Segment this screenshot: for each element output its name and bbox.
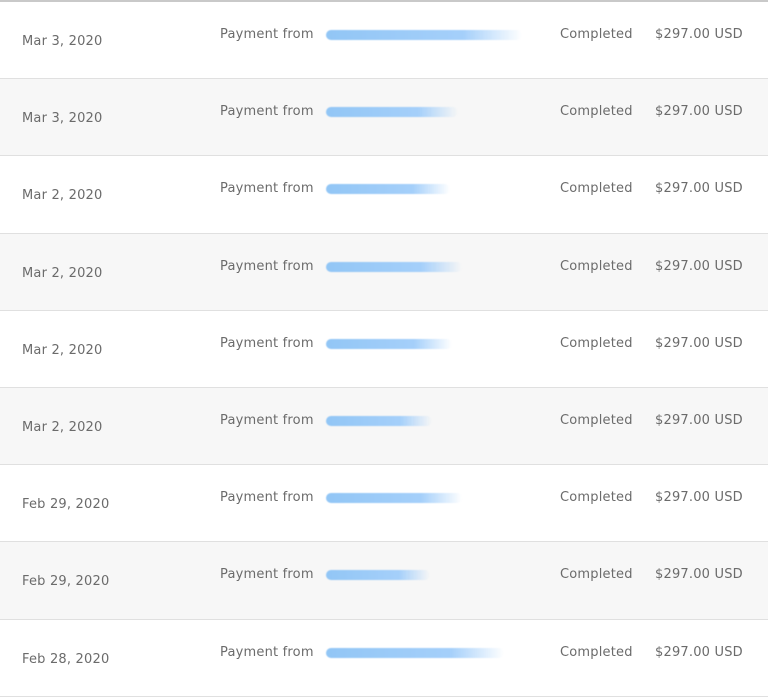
redacted-sender-name <box>326 184 450 195</box>
transaction-list: Mar 3, 2020 Payment from Completed $297.… <box>0 0 768 697</box>
transaction-amount: $297.00 USD <box>655 490 743 506</box>
transaction-date: Mar 2, 2020 <box>22 188 103 204</box>
transaction-status: Completed <box>560 490 633 506</box>
transaction-row[interactable]: Mar 3, 2020 Payment from Completed $297.… <box>0 79 768 157</box>
transaction-amount: $297.00 USD <box>655 27 743 42</box>
transaction-row[interactable]: Mar 2, 2020 Payment from Completed $297.… <box>0 387 768 466</box>
transaction-description: Payment from <box>220 644 314 660</box>
transaction-date: Mar 3, 2020 <box>22 111 103 127</box>
transaction-status: Completed <box>560 27 633 42</box>
transaction-status: Completed <box>560 104 633 120</box>
transaction-description: Payment from <box>220 412 314 428</box>
redacted-sender-name <box>326 261 462 272</box>
transaction-row[interactable]: Feb 29, 2020 Payment from Completed $297… <box>0 542 768 620</box>
transaction-description: Payment from <box>220 104 314 120</box>
transaction-description: Payment from <box>220 567 314 583</box>
transaction-description: Payment from <box>220 181 314 197</box>
transaction-amount: $297.00 USD <box>655 644 743 660</box>
transaction-row[interactable]: Mar 2, 2020 Payment from Completed $297.… <box>0 156 768 234</box>
redacted-sender-name <box>326 415 432 426</box>
redacted-sender-name <box>326 493 462 504</box>
transaction-status: Completed <box>560 412 633 428</box>
redacted-sender-name <box>326 338 452 349</box>
transaction-date: Mar 2, 2020 <box>22 419 103 435</box>
transaction-row[interactable]: Feb 29, 2020 Payment from Completed $297… <box>0 465 768 543</box>
transaction-row[interactable]: Mar 2, 2020 Payment from Completed $297.… <box>0 233 768 311</box>
transaction-row[interactable]: Feb 28, 2020 Payment from Completed $297… <box>0 619 768 697</box>
transaction-date: Mar 2, 2020 <box>22 342 103 358</box>
transaction-status: Completed <box>560 567 633 583</box>
transaction-amount: $297.00 USD <box>655 567 743 583</box>
transaction-amount: $297.00 USD <box>655 335 743 351</box>
transaction-description: Payment from <box>220 258 314 274</box>
transaction-description: Payment from <box>220 27 314 42</box>
redacted-sender-name <box>326 647 504 658</box>
transaction-amount: $297.00 USD <box>655 258 743 274</box>
transaction-amount: $297.00 USD <box>655 181 743 197</box>
transaction-status: Completed <box>560 644 633 660</box>
redacted-sender-name <box>326 30 522 40</box>
transaction-status: Completed <box>560 258 633 274</box>
redacted-sender-name <box>326 570 430 581</box>
transaction-row[interactable]: Mar 3, 2020 Payment from Completed $297.… <box>0 2 768 80</box>
redacted-sender-name <box>326 107 458 118</box>
transaction-status: Completed <box>560 335 633 351</box>
transaction-amount: $297.00 USD <box>655 412 743 428</box>
transaction-date: Feb 29, 2020 <box>22 574 110 590</box>
transaction-date: Mar 2, 2020 <box>22 265 103 281</box>
transaction-description: Payment from <box>220 335 314 351</box>
transaction-date: Feb 29, 2020 <box>22 497 110 513</box>
transaction-status: Completed <box>560 181 633 197</box>
transaction-date: Mar 3, 2020 <box>22 34 103 49</box>
transaction-description: Payment from <box>220 490 314 506</box>
transaction-amount: $297.00 USD <box>655 104 743 120</box>
transaction-date: Feb 28, 2020 <box>22 651 110 667</box>
transaction-row[interactable]: Mar 2, 2020 Payment from Completed $297.… <box>0 310 768 388</box>
